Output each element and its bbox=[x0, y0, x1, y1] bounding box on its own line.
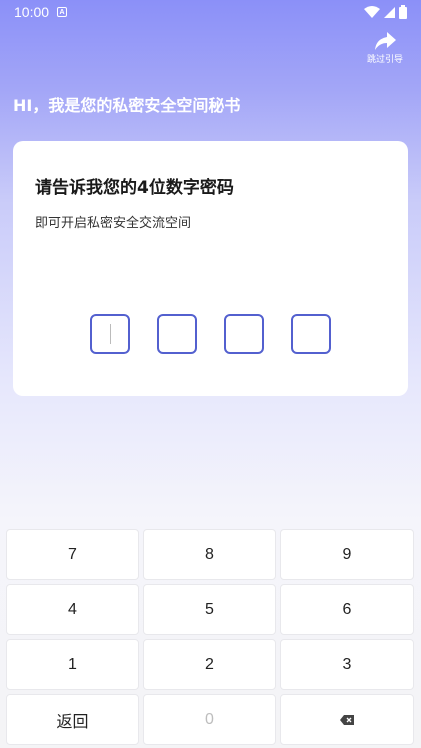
key-2[interactable]: 2 bbox=[143, 639, 276, 690]
status-bar: 10:00 A bbox=[0, 0, 421, 24]
key-5[interactable]: 5 bbox=[143, 584, 276, 635]
backspace-icon bbox=[340, 714, 354, 725]
status-icons bbox=[364, 5, 407, 19]
key-8[interactable]: 8 bbox=[143, 529, 276, 580]
delete-button[interactable] bbox=[280, 694, 414, 745]
key-9[interactable]: 9 bbox=[280, 529, 414, 580]
text-cursor bbox=[110, 324, 111, 344]
signal-icon bbox=[384, 6, 395, 18]
pin-box-4[interactable] bbox=[291, 314, 331, 354]
back-button[interactable]: 返回 bbox=[6, 694, 139, 745]
key-0[interactable]: 0 bbox=[143, 694, 276, 745]
key-6[interactable]: 6 bbox=[280, 584, 414, 635]
notification-icon: A bbox=[57, 7, 68, 17]
pin-box-3[interactable] bbox=[224, 314, 264, 354]
numeric-keypad: 7 8 9 4 5 6 1 2 3 返回 0 bbox=[6, 529, 415, 745]
key-7[interactable]: 7 bbox=[6, 529, 139, 580]
key-4[interactable]: 4 bbox=[6, 584, 139, 635]
skip-guide-button[interactable]: 跳过引导 bbox=[363, 32, 407, 65]
status-time: 10:00 bbox=[14, 4, 50, 20]
wifi-icon bbox=[364, 6, 380, 18]
pin-card: 请告诉我您的4位数字密码 即可开启私密安全交流空间 bbox=[13, 141, 408, 396]
card-subtitle: 即可开启私密安全交流空间 bbox=[35, 216, 192, 231]
card-title: 请告诉我您的4位数字密码 bbox=[35, 178, 234, 198]
battery-icon bbox=[399, 5, 407, 19]
key-3[interactable]: 3 bbox=[280, 639, 414, 690]
skip-guide-label: 跳过引导 bbox=[366, 55, 403, 65]
share-arrow-icon bbox=[375, 32, 396, 50]
greeting-title: HI，我是您的私密安全空间秘书 bbox=[13, 96, 241, 115]
pin-box-1[interactable] bbox=[90, 314, 130, 354]
pin-input-row[interactable] bbox=[90, 314, 331, 354]
pin-box-2[interactable] bbox=[157, 314, 197, 354]
key-1[interactable]: 1 bbox=[6, 639, 139, 690]
